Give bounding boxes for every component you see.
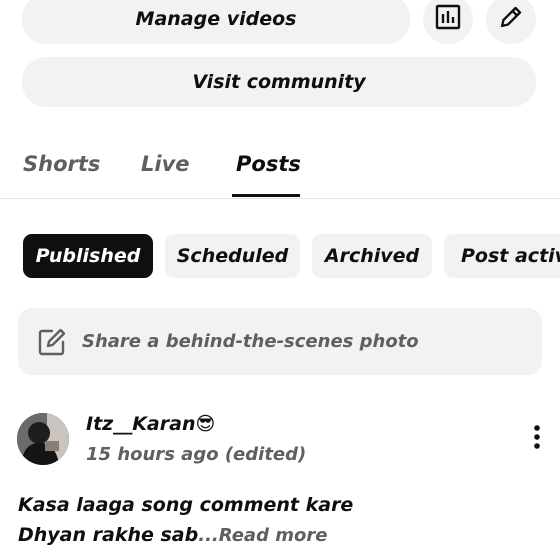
tab-posts[interactable]: Posts [236,152,301,176]
tabs-divider [0,198,560,199]
pencil-icon [497,3,525,35]
chip-archived[interactable]: Archived [312,234,432,278]
share-photo-prompt[interactable]: Share a behind-the-scenes photo [18,308,542,375]
tab-live[interactable]: Live [141,152,190,176]
chip-post-activity[interactable]: Post activi [444,234,560,278]
visit-community-label: Visit community [192,71,366,93]
chip-published[interactable]: Published [23,234,153,278]
analytics-button[interactable] [423,0,473,44]
chip-scheduled[interactable]: Scheduled [165,234,300,278]
kebab-menu-icon [533,424,541,454]
manage-videos-label: Manage videos [135,8,297,30]
post-text-line2-content: Dhyan rakhe sab [18,524,199,546]
share-photo-placeholder: Share a behind-the-scenes photo [82,331,419,352]
post-time: 15 hours ago (edited) [86,444,307,465]
read-more-link[interactable]: ...Read more [198,525,327,546]
avatar[interactable] [17,413,69,465]
active-tab-indicator [232,194,300,197]
more-options-button[interactable] [524,424,550,454]
post-text-line1: Kasa laaga song comment kare [18,494,354,516]
edit-button[interactable] [486,0,536,44]
tab-shorts[interactable]: Shorts [23,152,100,176]
analytics-icon [434,3,462,35]
post-author[interactable]: Itz__Karan😎 [86,413,215,435]
manage-videos-button[interactable]: Manage videos [22,0,410,44]
visit-community-button[interactable]: Visit community [22,57,536,107]
post-text-line2: Dhyan rakhe sab...Read more [18,524,327,546]
edit-square-icon [36,326,68,358]
avatar-photo [17,413,69,465]
